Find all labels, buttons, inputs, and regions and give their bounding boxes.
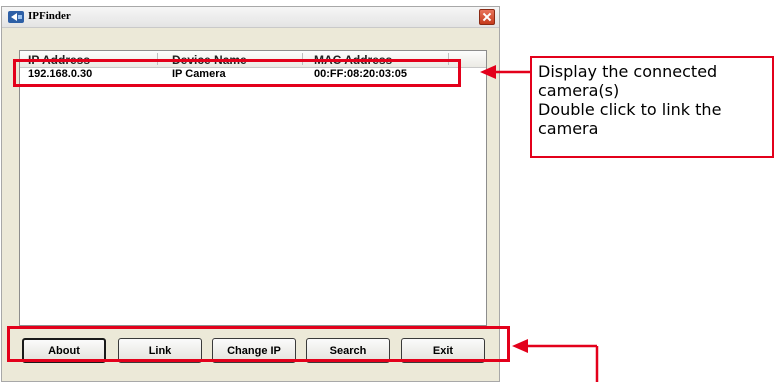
arrow-to-device-row	[480, 65, 530, 79]
annotation-arrows	[480, 65, 599, 382]
arrow-to-button-bar	[512, 339, 599, 382]
